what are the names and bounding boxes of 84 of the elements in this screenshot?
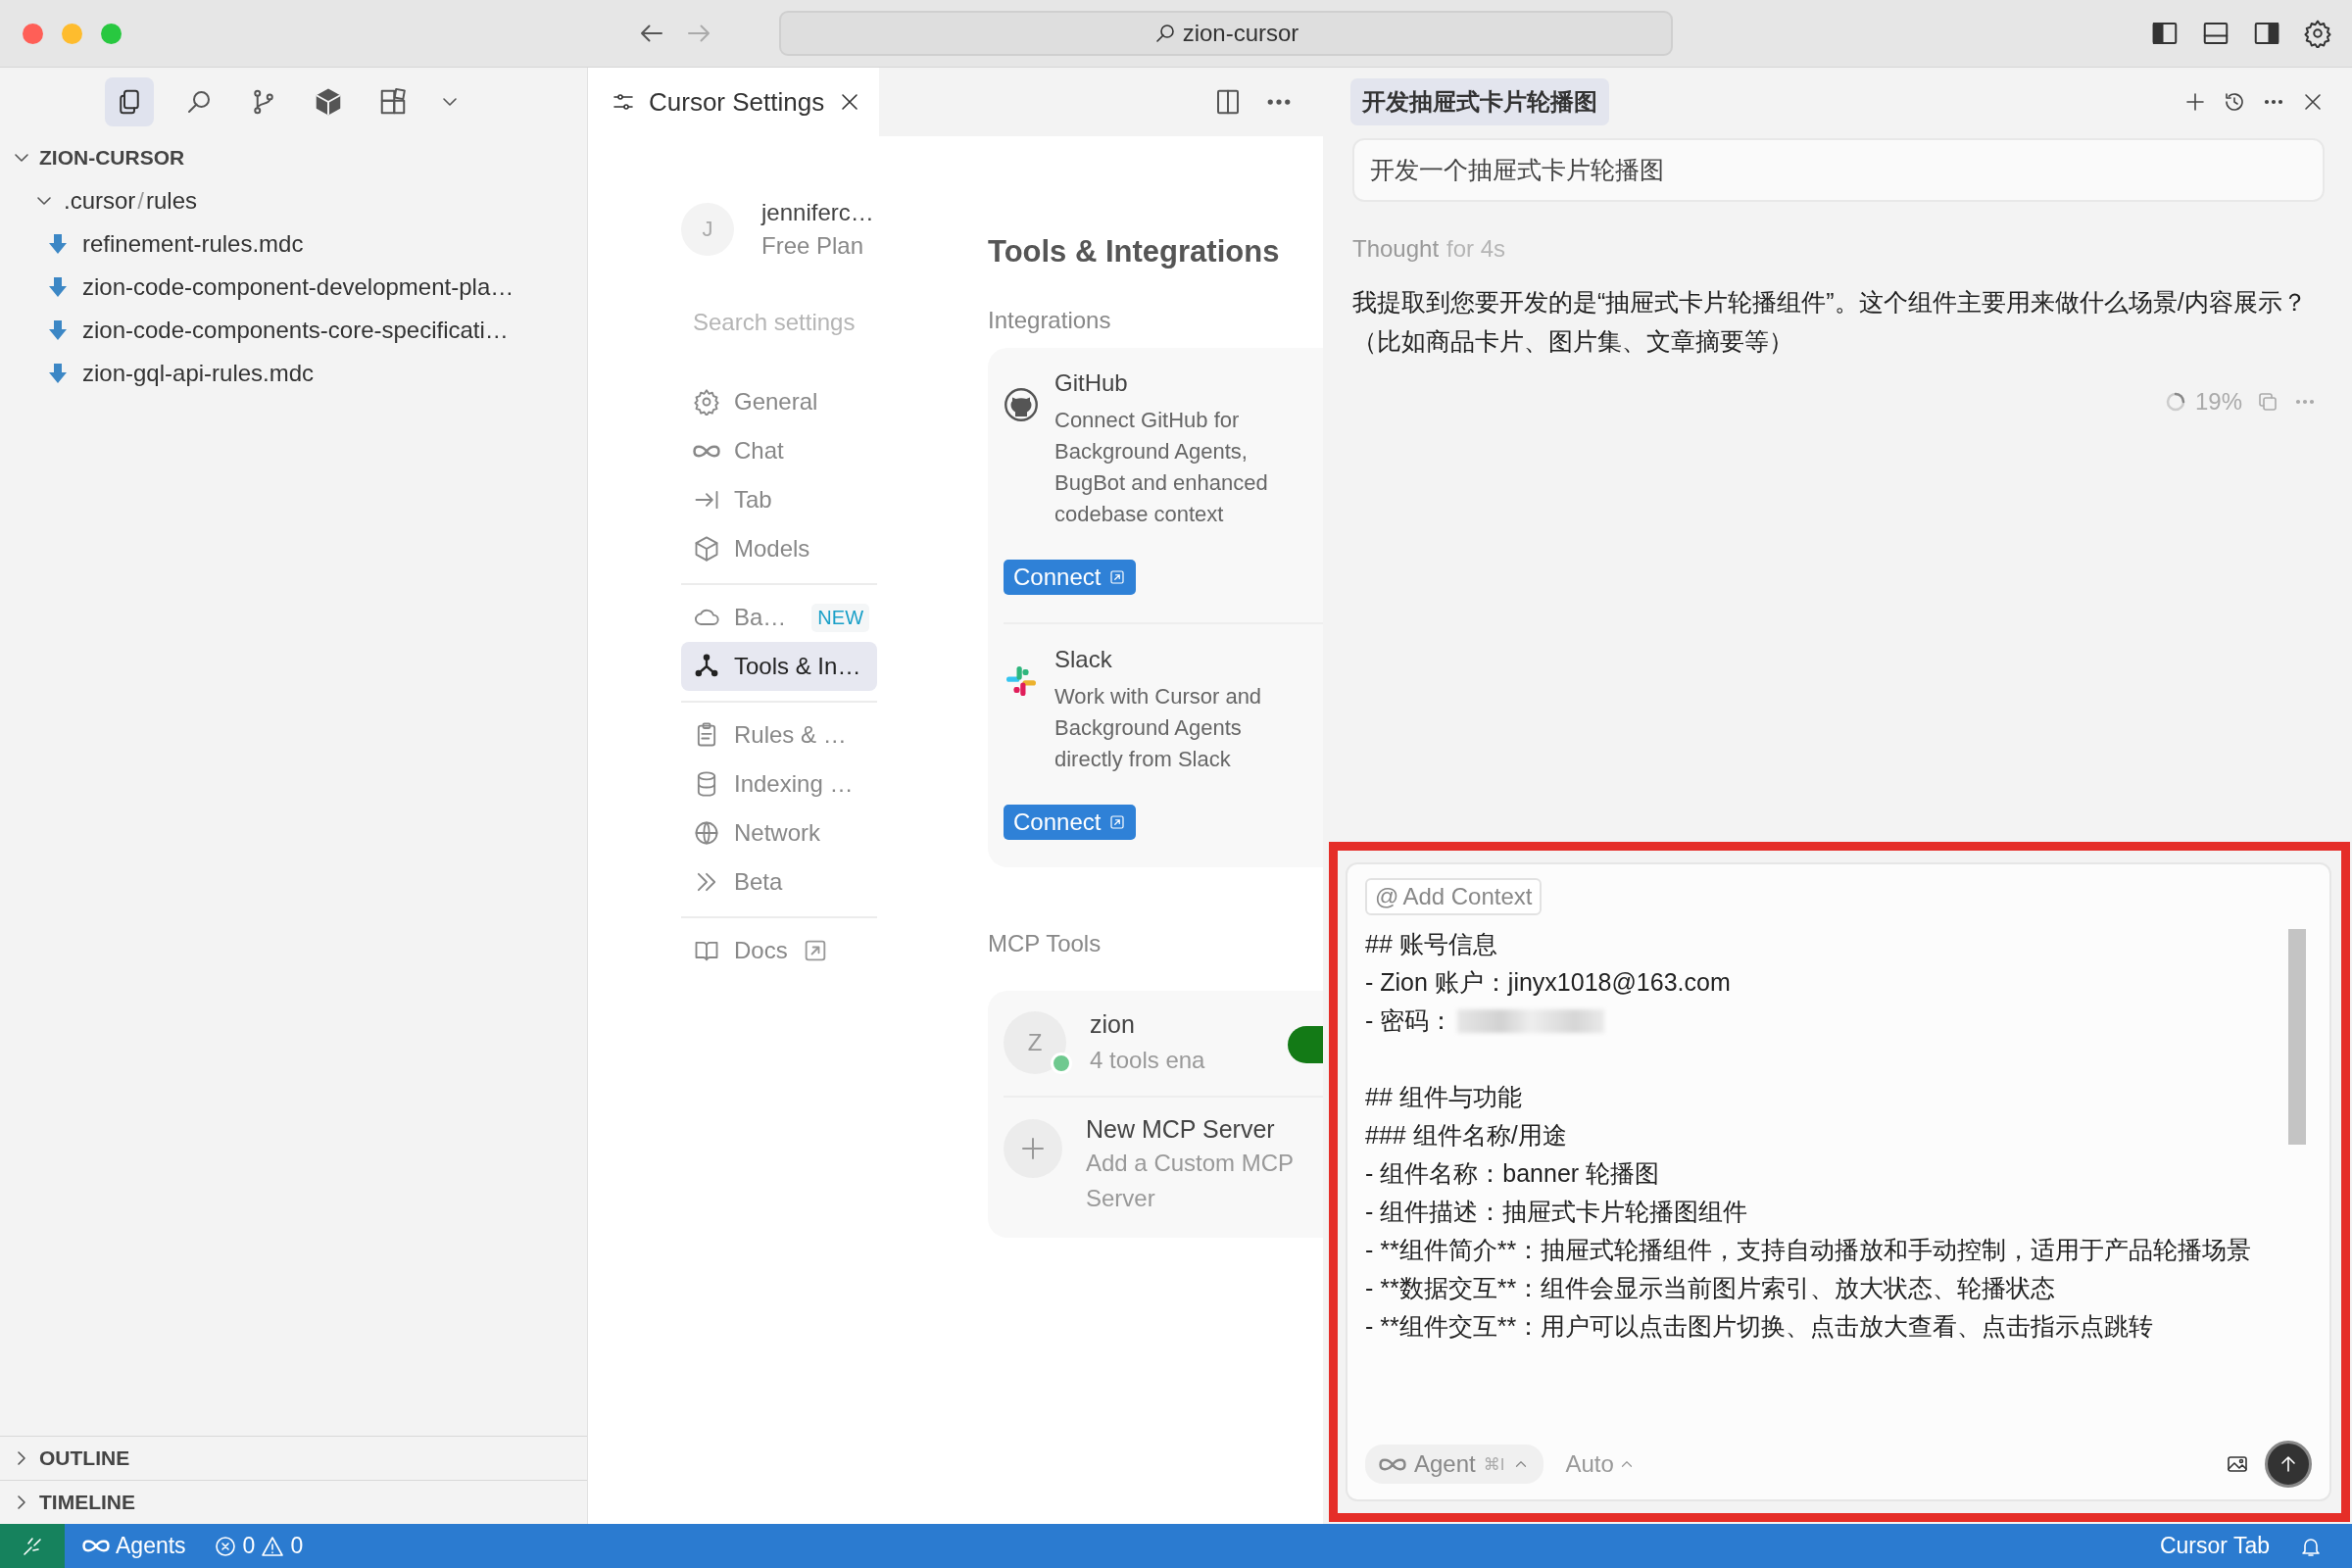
- download-arrow-icon: [47, 275, 69, 299]
- extensions-icon[interactable]: [378, 87, 408, 117]
- download-arrow-icon: [47, 232, 69, 256]
- integration-name: GitHub: [1054, 369, 1129, 397]
- new-badge: NEW: [811, 603, 870, 632]
- gear-icon: [693, 388, 720, 416]
- text-line: - **组件简介**：抽屉式轮播组件，支持自动播放和手动控制，适用于产品轮播场景: [1365, 1235, 2252, 1265]
- cube-icon[interactable]: [314, 87, 343, 117]
- plus-icon[interactable]: [2183, 90, 2207, 114]
- settings-icon[interactable]: [2303, 19, 2332, 48]
- mode-selector[interactable]: Agent ⌘I: [1365, 1445, 1544, 1484]
- account-name: jenniferc…: [761, 199, 874, 226]
- external-link-icon: [1108, 813, 1127, 831]
- integration-description: Connect GitHub for Background Agents, BugBot and enhanced codebase context: [1054, 407, 1269, 528]
- history-icon[interactable]: [2223, 90, 2246, 114]
- nav-item[interactable]: Rules & …: [681, 710, 877, 760]
- nav-item[interactable]: Docs: [681, 926, 877, 975]
- nav-item[interactable]: Chat: [681, 426, 877, 475]
- text-line: - 组件名称：banner 轮播图: [1365, 1158, 1660, 1189]
- add-server-title: New MCP Server: [1086, 1115, 1276, 1144]
- add-server-subtitle: Add a Custom MCP Server: [1086, 1149, 1295, 1213]
- avatar: J: [681, 203, 734, 256]
- server-status: 4 tools ena: [1090, 1047, 1205, 1074]
- connect-button[interactable]: Connect: [1004, 805, 1137, 840]
- agents-button[interactable]: Agents: [82, 1533, 186, 1559]
- connect-button[interactable]: Connect: [1004, 560, 1137, 595]
- nav-item[interactable]: Ba… NEW: [681, 593, 877, 642]
- infinity-icon: [1379, 1457, 1406, 1471]
- thought-duration: for 4s: [1446, 235, 1506, 263]
- warning-icon: [261, 1534, 285, 1558]
- problems-button[interactable]: 0 0: [213, 1533, 304, 1559]
- nav-item[interactable]: Tab: [681, 475, 877, 524]
- text-line: - **组件交互**：用户可以点击图片切换、点击放大查看、点击指示点跳转: [1365, 1311, 2154, 1342]
- slack-logo-icon: [1004, 663, 1039, 699]
- integration-description: Work with Cursor and Background Agents directly from Slack: [1054, 683, 1263, 773]
- folder-label[interactable]: .cursor/rules: [64, 187, 198, 215]
- text-line: - 组件描述：抽屉式卡片轮播图组件: [1365, 1197, 1748, 1227]
- user-message: 开发一个抽屉式卡片轮播图: [1352, 138, 2325, 202]
- page-title: Tools & Integrations: [988, 234, 1281, 270]
- file-name[interactable]: zion-gql-api-rules.mdc: [82, 360, 315, 387]
- error-icon: [213, 1534, 237, 1558]
- folder-label[interactable]: ZION-CURSOR: [39, 146, 185, 170]
- progress-text: 19%: [2194, 388, 2242, 416]
- text-line: - **数据交互**：组件会显示当前图片索引、放大状态、轮播状态: [1365, 1273, 2056, 1303]
- nav-item[interactable]: Beta: [681, 858, 877, 906]
- server-name: zion: [1090, 1010, 1136, 1039]
- text-line: ### 组件名称/用途: [1365, 1120, 1567, 1151]
- scrollbar-thumb[interactable]: [2288, 929, 2306, 1145]
- external-link-icon: [1108, 568, 1127, 586]
- text-line: ## 账号信息: [1365, 929, 1497, 959]
- thought-label[interactable]: Thought: [1352, 235, 1440, 263]
- plan-label: Free Plan: [761, 232, 865, 260]
- send-button[interactable]: [2265, 1441, 2312, 1488]
- text-line: - Zion 账户：jinyx1018@163.com: [1365, 967, 1731, 998]
- nav-item[interactable]: General: [681, 377, 877, 426]
- editor-tab[interactable]: Cursor Settings: [588, 68, 880, 136]
- nav-item[interactable]: Tools & In…: [681, 642, 877, 691]
- download-arrow-icon: [47, 318, 69, 342]
- nav-item[interactable]: Indexing …: [681, 760, 877, 808]
- chat-tab[interactable]: 开发抽屉式卡片轮播图: [1350, 78, 1609, 125]
- text-line: ## 组件与功能: [1365, 1082, 1522, 1112]
- infinity-icon: [693, 444, 720, 458]
- add-context-button[interactable]: @ Add Context: [1365, 878, 1543, 915]
- section-header[interactable]: OUTLINE: [39, 1446, 130, 1470]
- octocat-icon: [1004, 387, 1039, 422]
- command-search-field[interactable]: zion-cursor: [779, 11, 1673, 56]
- integration-name: Slack: [1054, 646, 1113, 673]
- section-header[interactable]: TIMELINE: [39, 1491, 135, 1514]
- text-line: - 密码：: [1365, 1005, 1454, 1036]
- section-heading: MCP Tools: [988, 930, 1102, 957]
- file-name[interactable]: zion-code-component-development-pla…: [82, 273, 514, 301]
- file-name[interactable]: refinement-rules.mdc: [82, 230, 304, 258]
- file-name[interactable]: zion-code-components-core-specificati…: [82, 317, 509, 344]
- assistant-message: 我提取到您要开发的是“抽屉式卡片轮播组件”。这个组件主要用来做什么场景/内容展示？（比如商品卡片、图片集、文章摘要等）: [1352, 287, 2308, 357]
- nav-item[interactable]: Network: [681, 808, 877, 858]
- globe-icon: [693, 819, 720, 847]
- nav-item[interactable]: Models: [681, 524, 877, 573]
- section-heading: Integrations: [988, 307, 1112, 334]
- download-arrow-icon: [47, 362, 69, 385]
- model-selector[interactable]: Auto: [1559, 1449, 1642, 1479]
- cube-icon: [693, 535, 720, 563]
- cursor-tab-button[interactable]: Cursor Tab: [2159, 1533, 2270, 1559]
- search-field[interactable]: Search settings: [681, 303, 879, 342]
- infinity-icon: [82, 1540, 110, 1552]
